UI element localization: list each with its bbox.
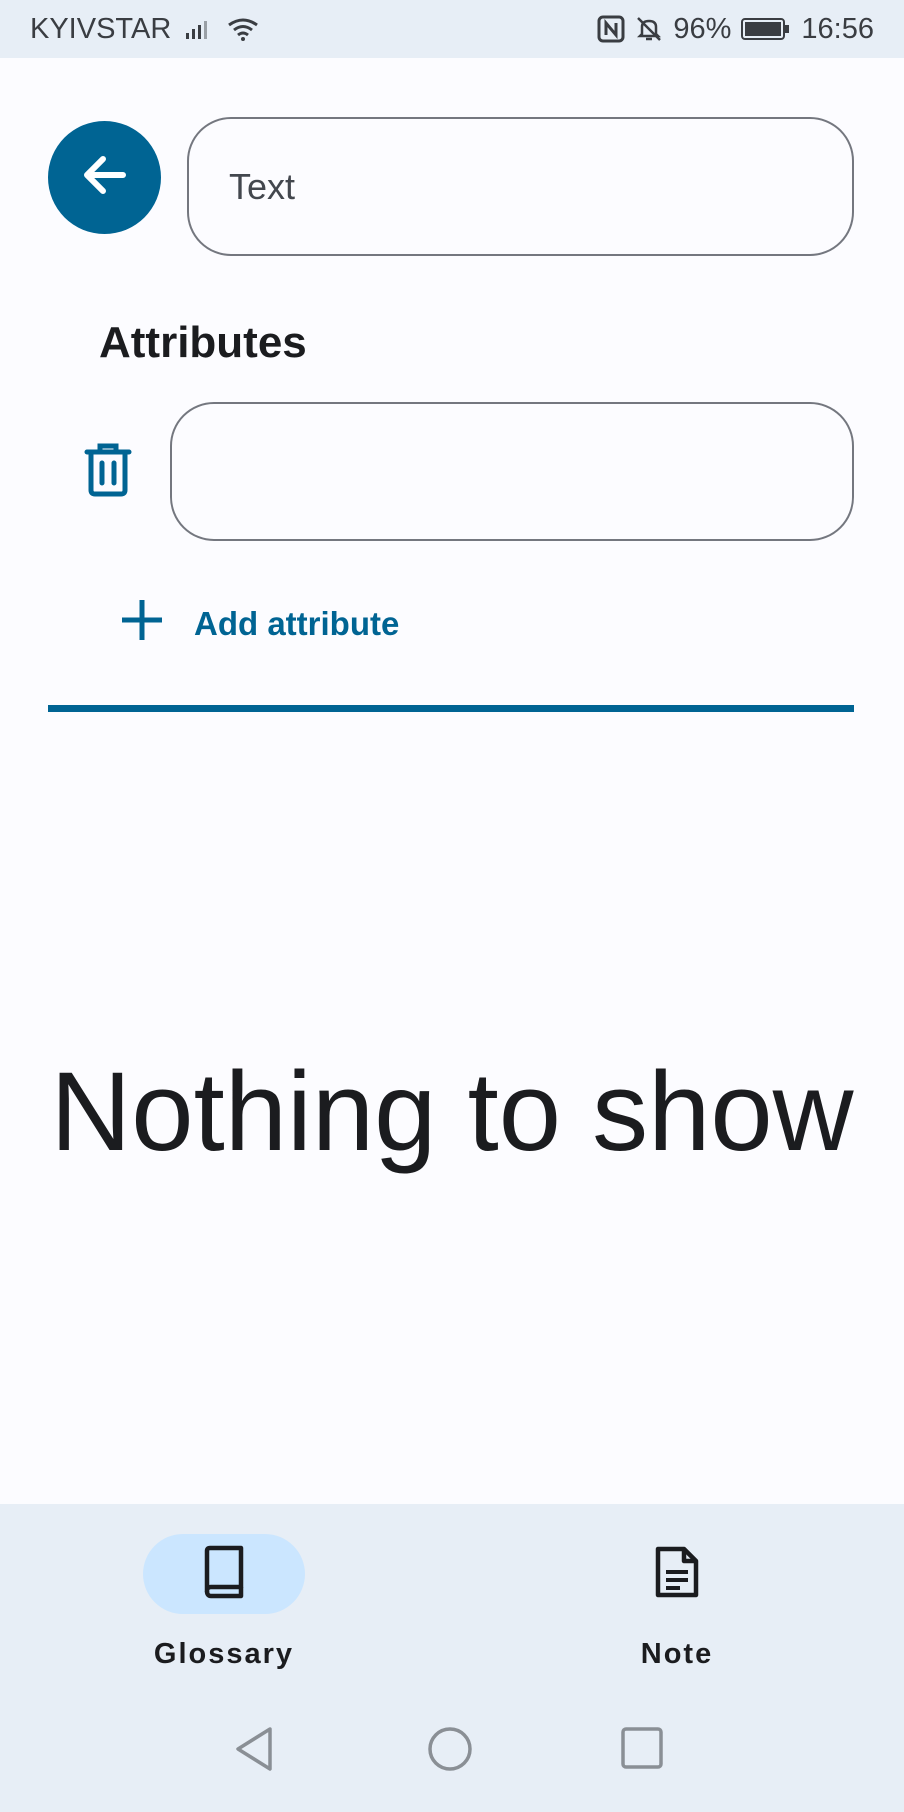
triangle-back-icon [234, 1727, 274, 1776]
attribute-input[interactable] [170, 402, 854, 541]
back-button[interactable] [48, 121, 161, 234]
battery-percent: 96% [673, 12, 732, 45]
active-indicator [143, 1534, 305, 1614]
square-recents-icon [620, 1727, 664, 1774]
document-icon [654, 1545, 700, 1604]
circle-home-icon [427, 1727, 473, 1776]
nav-item-glossary[interactable]: Glossary [74, 1534, 374, 1671]
add-attribute-button[interactable]: Add attribute [120, 596, 399, 652]
nav-label-note: Note [640, 1638, 714, 1670]
clock: 16:56 [801, 12, 874, 45]
nfc-icon [597, 15, 625, 43]
trash-icon [83, 442, 133, 503]
bottom-navigation: Glossary Note [0, 1504, 904, 1694]
system-recents-button[interactable] [620, 1726, 664, 1775]
system-home-button[interactable] [427, 1726, 473, 1777]
wifi-icon [227, 17, 259, 41]
divider [48, 705, 854, 712]
book-icon [201, 1545, 247, 1604]
title-input[interactable] [187, 117, 854, 256]
battery-icon [741, 16, 791, 42]
nav-item-note[interactable]: Note [527, 1534, 827, 1671]
nav-label-glossary: Glossary [153, 1638, 295, 1670]
screen: KYIVSTAR 96% 16:56 Text Attributes Add a… [0, 0, 904, 1812]
system-back-button[interactable] [234, 1726, 274, 1777]
signal-icon [185, 17, 213, 41]
arrow-left-icon [77, 147, 133, 208]
carrier-name: KYIVSTAR [30, 12, 172, 45]
system-navigation-bar [0, 1694, 904, 1812]
attributes-heading: Attributes [99, 318, 307, 367]
plus-icon [120, 598, 164, 650]
status-bar: KYIVSTAR 96% 16:56 [0, 0, 904, 58]
silent-icon [635, 15, 663, 43]
empty-state-message: Nothing to show [50, 1049, 854, 1174]
add-attribute-label: Add attribute [194, 605, 400, 642]
delete-attribute-button[interactable] [76, 440, 140, 504]
